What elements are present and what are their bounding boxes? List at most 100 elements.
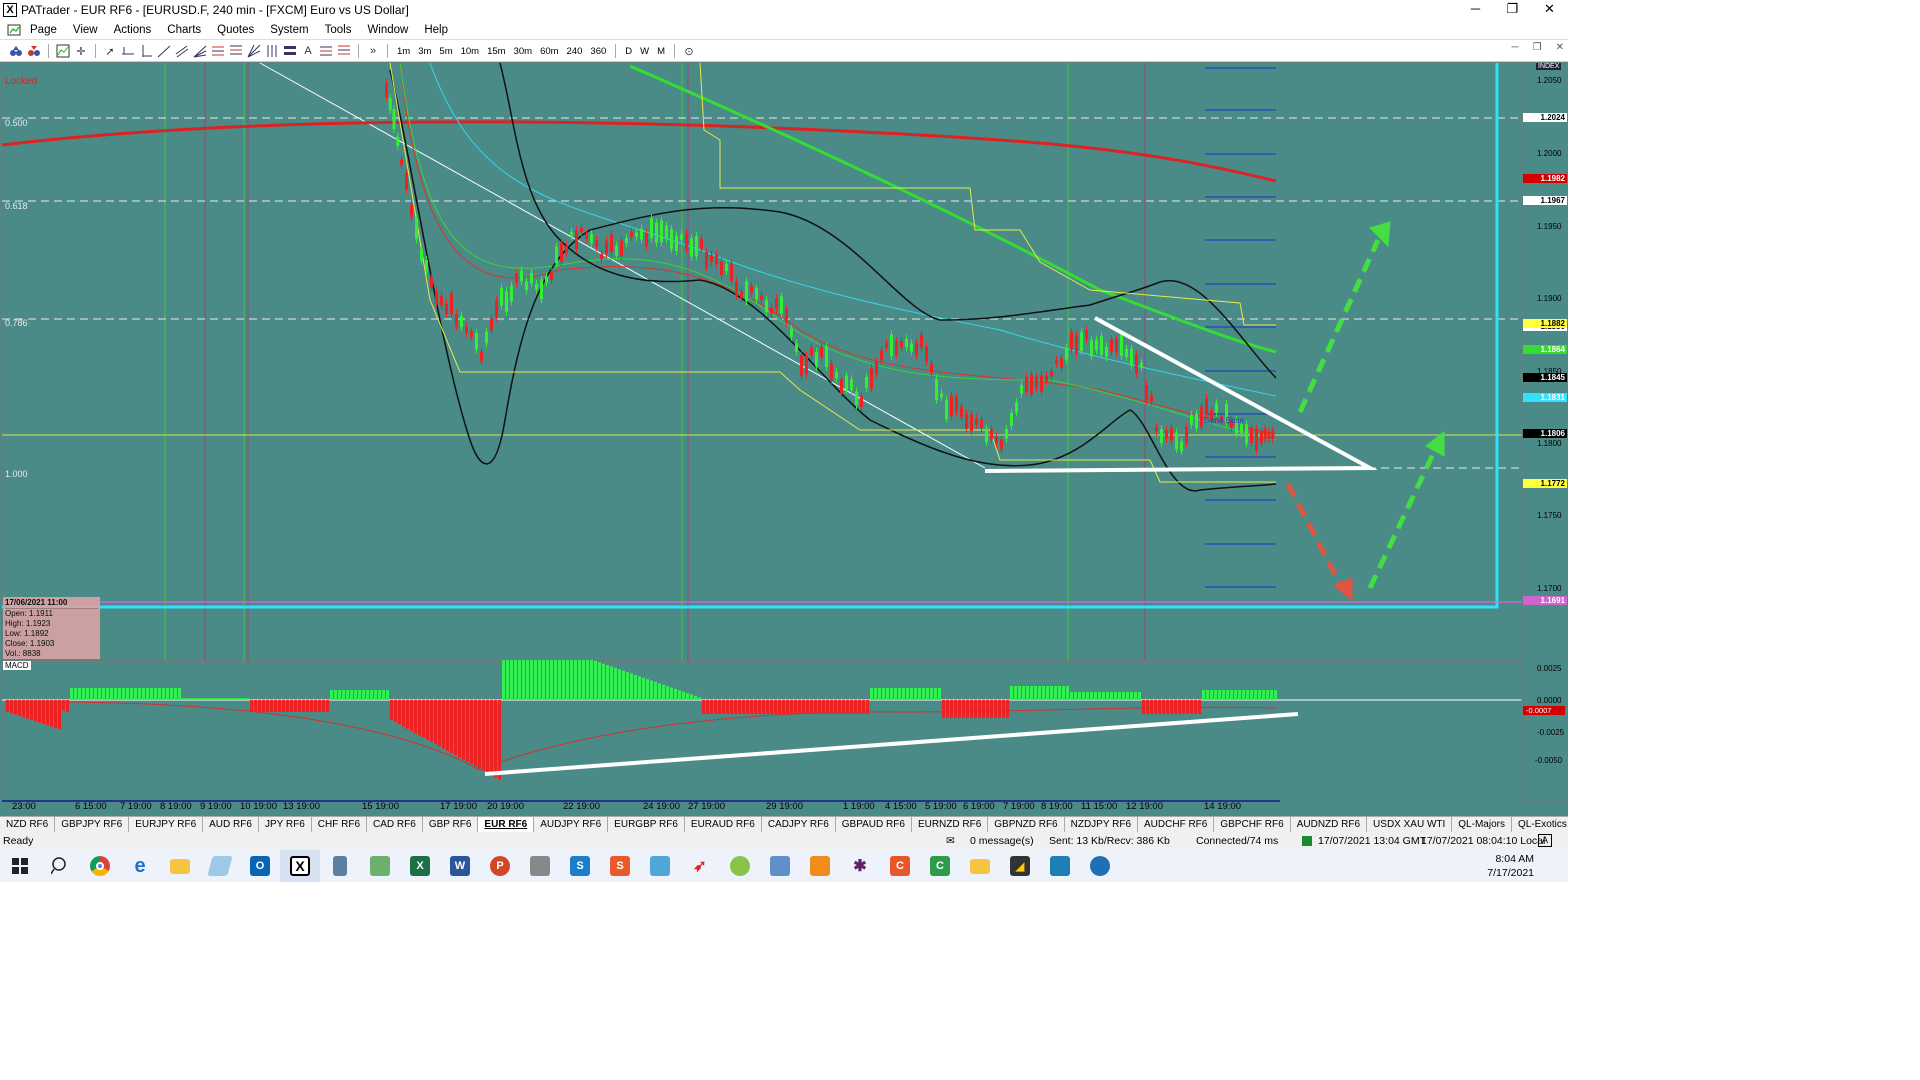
- app-red-icon[interactable]: ➶: [680, 850, 720, 882]
- indicator-icon[interactable]: [55, 43, 71, 59]
- edge-icon[interactable]: e: [120, 850, 160, 882]
- channel-icon[interactable]: [174, 43, 190, 59]
- page-tab[interactable]: GBPJPY RF6: [55, 817, 130, 832]
- tf-240-button[interactable]: 240: [564, 46, 586, 57]
- levels-icon[interactable]: [336, 43, 352, 59]
- tf-360-button[interactable]: 360: [587, 46, 609, 57]
- menu-page[interactable]: Page: [22, 24, 65, 36]
- app-c-orange-icon[interactable]: C: [880, 850, 920, 882]
- more-tools-icon[interactable]: »: [365, 43, 381, 59]
- page-tab[interactable]: NZD RF6: [0, 817, 56, 832]
- clock-icon[interactable]: ⊙: [681, 43, 697, 59]
- trendline-icon[interactable]: [156, 43, 172, 59]
- page-tab[interactable]: EURGBP RF6: [608, 817, 685, 832]
- hbar-icon[interactable]: [282, 43, 298, 59]
- fibonacci-icon[interactable]: [210, 43, 226, 59]
- close-button[interactable]: ✕: [1531, 0, 1568, 18]
- page-tab[interactable]: EUR RF6: [478, 817, 535, 832]
- time-axis[interactable]: 23:00 6 15:00 7 19:00 8 19:00 9 19:00 10 19:0…: [0, 801, 1522, 815]
- buy-icon[interactable]: [8, 43, 24, 59]
- app-gray-icon[interactable]: [520, 850, 560, 882]
- restore-button[interactable]: ❐: [1494, 0, 1531, 18]
- photos-icon[interactable]: [640, 850, 680, 882]
- tf-15m-button[interactable]: 15m: [484, 46, 508, 57]
- page-tab[interactable]: GBP RF6: [423, 817, 479, 832]
- menu-tools[interactable]: Tools: [317, 24, 360, 36]
- chrome-icon[interactable]: [80, 850, 120, 882]
- patrader-taskbar-icon[interactable]: X: [280, 850, 320, 882]
- vline-icon[interactable]: [138, 43, 154, 59]
- page-tab[interactable]: EURNZD RF6: [912, 817, 989, 832]
- app-orange-icon[interactable]: [800, 850, 840, 882]
- page-tab[interactable]: GBPCHF RF6: [1214, 817, 1291, 832]
- price-chart-canvas[interactable]: [0, 62, 1568, 816]
- notepad-icon[interactable]: [200, 850, 240, 882]
- menu-actions[interactable]: Actions: [106, 24, 160, 36]
- windows-start-icon[interactable]: [0, 850, 40, 882]
- tf-5m-button[interactable]: 5m: [436, 46, 455, 57]
- page-tab[interactable]: CHF RF6: [312, 817, 368, 832]
- powerpoint-icon[interactable]: P: [480, 850, 520, 882]
- price-axis[interactable]: INDEX 1.2050 1.2000 1.1950 1.1900 1.1850…: [1523, 62, 1568, 802]
- app-blue-icon[interactable]: [760, 850, 800, 882]
- page-tab[interactable]: QL-Exotics: [1512, 817, 1568, 832]
- menu-view[interactable]: View: [65, 24, 106, 36]
- menu-window[interactable]: Window: [359, 24, 416, 36]
- app-teal-icon[interactable]: [1040, 850, 1080, 882]
- calculator-icon[interactable]: [320, 850, 360, 882]
- page-tab[interactable]: AUDNZD RF6: [1291, 817, 1368, 832]
- tf-10m-button[interactable]: 10m: [458, 46, 482, 57]
- menu-help[interactable]: Help: [416, 24, 456, 36]
- page-tab[interactable]: USDX XAU WTI: [1367, 817, 1453, 832]
- page-tab[interactable]: GBPAUD RF6: [836, 817, 912, 832]
- app-c-green-icon[interactable]: C: [920, 850, 960, 882]
- page-tab[interactable]: JPY RF6: [259, 817, 312, 832]
- crosshair-icon[interactable]: ✛: [73, 43, 89, 59]
- page-tab[interactable]: AUDJPY RF6: [534, 817, 609, 832]
- cycle-icon[interactable]: [264, 43, 280, 59]
- page-tab[interactable]: CAD RF6: [367, 817, 423, 832]
- app-spiral-icon[interactable]: [1080, 850, 1120, 882]
- minimize-button[interactable]: ─: [1457, 0, 1494, 18]
- file-explorer-icon[interactable]: [160, 850, 200, 882]
- fan-icon[interactable]: [192, 43, 208, 59]
- list-icon[interactable]: [318, 43, 334, 59]
- page-tab[interactable]: EURJPY RF6: [129, 817, 204, 832]
- page-tab[interactable]: NZDJPY RF6: [1065, 817, 1139, 832]
- tf-60m-button[interactable]: 60m: [537, 46, 561, 57]
- outlook-icon[interactable]: O: [240, 850, 280, 882]
- hline-icon[interactable]: [120, 43, 136, 59]
- tf-1m-button[interactable]: 1m: [394, 46, 413, 57]
- text-tool-icon[interactable]: A: [300, 43, 316, 59]
- page-tab[interactable]: EURAUD RF6: [685, 817, 762, 832]
- app-orange-s-icon[interactable]: S: [600, 850, 640, 882]
- page-tab[interactable]: QL-Majors: [1452, 817, 1512, 832]
- tf-3m-button[interactable]: 3m: [415, 46, 434, 57]
- menu-charts[interactable]: Charts: [159, 24, 209, 36]
- tf-monthly-button[interactable]: M: [654, 46, 668, 57]
- tf-30m-button[interactable]: 30m: [511, 46, 535, 57]
- tf-daily-button[interactable]: D: [622, 46, 635, 57]
- chart-window[interactable]: Locked 0.500 0.618 0.786 1.000 Gann Base…: [0, 62, 1568, 816]
- message-icon[interactable]: ✉: [946, 835, 955, 847]
- system-clock[interactable]: 8:04 AM 7/17/2021: [1487, 852, 1534, 880]
- excel-icon[interactable]: X: [400, 850, 440, 882]
- skype-icon[interactable]: S: [560, 850, 600, 882]
- tf-weekly-button[interactable]: W: [637, 46, 652, 57]
- menu-quotes[interactable]: Quotes: [209, 24, 262, 36]
- page-tab[interactable]: AUD RF6: [203, 817, 259, 832]
- app-dark-icon[interactable]: ◢: [1000, 850, 1040, 882]
- pointer-icon[interactable]: ➚: [102, 43, 118, 59]
- folder-icon[interactable]: [960, 850, 1000, 882]
- gann-icon[interactable]: [246, 43, 262, 59]
- sell-icon[interactable]: [26, 43, 42, 59]
- status-messages[interactable]: 0 message(s): [970, 835, 1034, 847]
- word-icon[interactable]: W: [440, 850, 480, 882]
- page-tab[interactable]: CADJPY RF6: [762, 817, 836, 832]
- app-green-leaf-icon[interactable]: [720, 850, 760, 882]
- page-tab[interactable]: GBPNZD RF6: [988, 817, 1065, 832]
- search-icon[interactable]: [40, 850, 80, 882]
- page-tab[interactable]: AUDCHF RF6: [1138, 817, 1215, 832]
- slack-icon[interactable]: ✱: [840, 850, 880, 882]
- spreadsheet-icon[interactable]: [360, 850, 400, 882]
